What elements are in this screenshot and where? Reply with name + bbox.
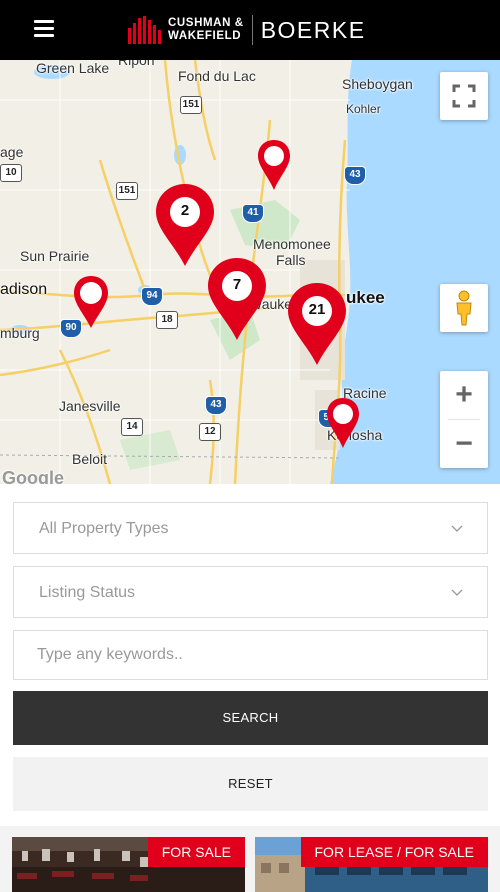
fullscreen-button[interactable] (440, 72, 488, 120)
brand-logo[interactable]: CUSHMAN & WAKEFIELD BOERKE (128, 14, 366, 46)
pin-marker-icon (208, 258, 266, 340)
map-pin[interactable] (256, 138, 292, 192)
highway-shield: 41 (242, 204, 264, 223)
highway-shield: 94 (141, 287, 163, 306)
listing-grid: FOR SALE FOR LEASE / FOR SALE (0, 826, 500, 892)
pin-count: 2 (180, 202, 190, 219)
google-logo: Google (2, 468, 64, 484)
highway-shield: 12 (199, 423, 221, 441)
zoom-out-button[interactable]: − (440, 420, 488, 468)
pin-count: 7 (232, 276, 242, 293)
chevron-down-icon (451, 525, 463, 532)
cushman-wakefield-logo-icon (128, 16, 161, 44)
place-label: Kohler (346, 102, 381, 116)
highway-shield: 18 (156, 311, 178, 329)
place-label: Green Lake (36, 60, 110, 76)
search-button[interactable]: SEARCH (13, 691, 488, 745)
keyword-search-input[interactable]: Type any keywords.. (13, 630, 488, 680)
brand-line-2: WAKEFIELD (168, 30, 242, 42)
place-label: Sheboygan (342, 76, 413, 92)
pin-count: 21 (308, 301, 326, 318)
reset-button[interactable]: RESET (13, 757, 488, 811)
pin-marker-icon (288, 283, 346, 365)
highway-shield: 14 (121, 418, 143, 436)
highway-shield: 43 (344, 166, 366, 185)
map-pin-cluster[interactable]: 7 (206, 256, 268, 342)
listing-card[interactable]: FOR LEASE / FOR SALE (255, 837, 488, 892)
brand-line-1: CUSHMAN & (168, 17, 244, 29)
place-label: Fond du Lac (178, 68, 256, 84)
listing-card[interactable]: FOR SALE (12, 837, 245, 892)
brand-name: CUSHMAN & WAKEFIELD (168, 17, 244, 43)
menu-icon[interactable] (34, 20, 56, 38)
highway-shield: 151 (116, 182, 138, 200)
listing-status-placeholder: Listing Status (39, 584, 136, 601)
logo-divider (251, 15, 253, 45)
pin-marker-icon (327, 398, 359, 448)
zoom-in-button[interactable]: + (440, 371, 488, 419)
fullscreen-icon (452, 84, 476, 108)
property-type-select[interactable]: All Property Types (13, 502, 488, 554)
place-label: Beloit (72, 451, 108, 467)
map-pin[interactable] (72, 274, 110, 330)
listing-status-badge: FOR SALE (147, 837, 245, 867)
brand-partner: BOERKE (260, 16, 366, 43)
place-label: Falls (276, 252, 306, 268)
chevron-down-icon (451, 589, 463, 596)
pin-marker-icon (258, 140, 290, 190)
listing-status-select[interactable]: Listing Status (13, 566, 488, 618)
keyword-placeholder: Type any keywords.. (37, 646, 183, 663)
street-view-button[interactable] (440, 284, 488, 332)
place-label: Ripon (118, 60, 155, 68)
place-label: adison (0, 281, 48, 298)
highway-shield: 151 (180, 96, 202, 114)
map-pin-cluster[interactable]: 21 (286, 281, 348, 367)
place-label: Janesville (59, 398, 121, 414)
highway-shield: 10 (0, 164, 22, 182)
zoom-control: + − (440, 371, 488, 468)
map-pin[interactable] (325, 396, 361, 450)
property-type-placeholder: All Property Types (39, 520, 169, 537)
pegman-icon (456, 290, 472, 326)
place-label: ukee (346, 288, 385, 307)
place-label: mburg (0, 325, 40, 341)
highway-shield: 43 (205, 396, 227, 415)
pin-marker-icon (74, 276, 108, 328)
place-label: Sun Prairie (20, 248, 90, 264)
property-map[interactable]: Green Lake Ripon Fond du Lac Sheboygan K… (0, 60, 500, 484)
place-label: age (0, 144, 24, 160)
site-header: CUSHMAN & WAKEFIELD BOERKE (0, 0, 500, 60)
place-label: Menomonee (253, 236, 331, 252)
listing-status-badge: FOR LEASE / FOR SALE (300, 837, 488, 867)
search-form: All Property Types Listing Status Type a… (0, 484, 500, 826)
